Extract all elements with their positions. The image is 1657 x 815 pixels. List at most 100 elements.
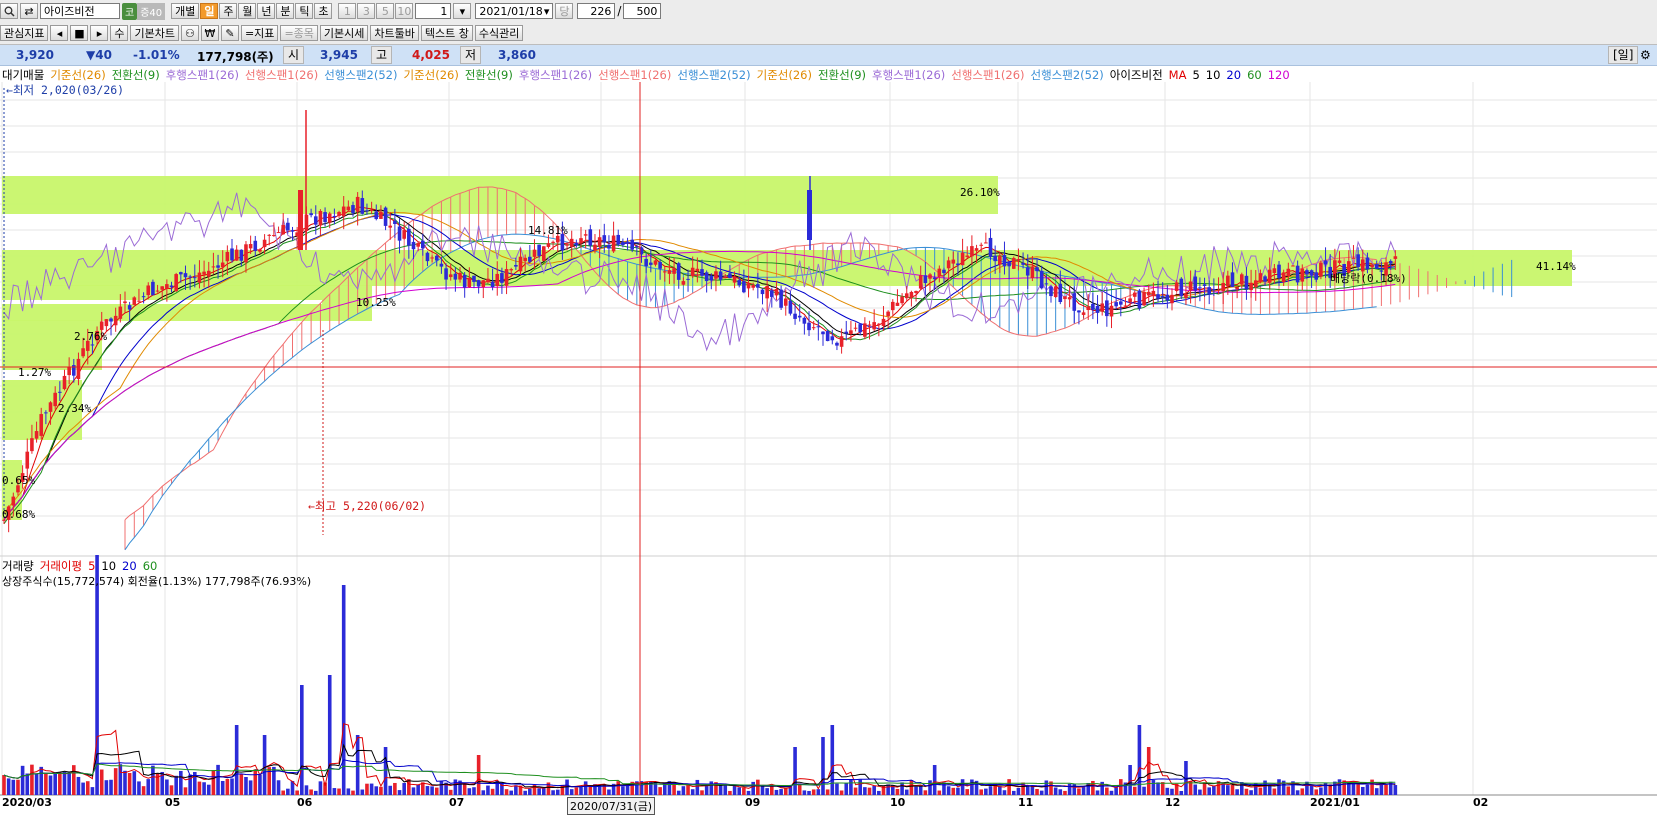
volume-bar (1035, 788, 1039, 795)
legend-item[interactable]: 선행스팬1(26) (598, 68, 671, 82)
volume-bar (20, 765, 25, 795)
candle-body (1007, 261, 1011, 267)
candle-body (630, 239, 634, 250)
candle-body (811, 327, 816, 329)
senkou-a-line (124, 186, 1377, 521)
volume-bar (765, 788, 769, 795)
legend-item[interactable]: 전환선(9) (818, 68, 866, 82)
legend-item[interactable]: 전환선(9) (112, 68, 160, 82)
volume-bar (39, 766, 44, 795)
volume-bar (1095, 790, 1100, 795)
volume-bar (1305, 781, 1309, 795)
legend-item[interactable]: 60 (1247, 68, 1262, 82)
volume-legend-item[interactable]: 20 (122, 559, 137, 573)
candle-body (1025, 267, 1030, 276)
candle-body (1300, 268, 1305, 282)
volume-bar (244, 777, 248, 795)
volume-bar (695, 779, 700, 795)
volume-bar (300, 685, 304, 795)
legend-item[interactable]: 아이즈비전 (1110, 68, 1163, 82)
legend-item[interactable]: MA (1169, 68, 1187, 82)
volume-legend-item[interactable]: 60 (143, 559, 158, 573)
volume-bar (123, 770, 127, 795)
candle-body (1156, 294, 1160, 299)
legend-item[interactable]: 선행스팬2(52) (324, 68, 397, 82)
candle-body (439, 263, 444, 267)
candle-body (974, 248, 979, 251)
zone-gap (2, 220, 242, 226)
legend-item[interactable]: 후행스팬1(26) (872, 68, 945, 82)
legend-item[interactable]: 기준선(26) (403, 68, 458, 82)
volume-bar (104, 780, 109, 795)
candle-body (467, 277, 472, 288)
legend-item[interactable]: 대기매물 (2, 68, 44, 82)
candle-body (421, 240, 425, 249)
volume-bar (756, 779, 760, 795)
volume-bar (1365, 784, 1370, 795)
candle-body (751, 284, 755, 288)
candle-body (165, 284, 169, 289)
volume-legend-item[interactable]: 10 (101, 559, 116, 573)
stock-chart[interactable] (0, 0, 1657, 814)
legend-item[interactable]: 5 (1192, 68, 1199, 82)
candle-body (486, 278, 490, 283)
volume-legend-item[interactable]: 거래량 (2, 559, 34, 573)
candle-body (1370, 264, 1374, 268)
legend-item[interactable]: 10 (1206, 68, 1221, 82)
legend-item[interactable]: 120 (1268, 68, 1290, 82)
volume-bar (1044, 780, 1049, 795)
legend-item[interactable]: 기준선(26) (757, 68, 812, 82)
candle-body (1146, 291, 1151, 296)
legend-item[interactable]: 전환선(9) (465, 68, 513, 82)
candle-body (183, 273, 188, 278)
legend-item[interactable]: 후행스팬1(26) (519, 68, 592, 82)
volume-bar (281, 790, 285, 795)
candle-body (802, 317, 807, 324)
candle-body (607, 244, 611, 249)
candle-body (500, 273, 504, 283)
volume-bar (132, 771, 137, 795)
candle-body (900, 296, 904, 304)
legend-item[interactable]: 후행스팬1(26) (166, 68, 239, 82)
volume-bar (807, 790, 811, 795)
volume-legend-item[interactable]: 5 (88, 559, 95, 573)
legend-item[interactable]: 20 (1226, 68, 1241, 82)
candle-body (118, 306, 123, 319)
legend-item[interactable]: 선행스팬1(26) (245, 68, 318, 82)
candle-body (1058, 283, 1063, 303)
volume-bar (309, 789, 313, 795)
volume-bar (900, 782, 904, 795)
volume-bar (313, 790, 318, 795)
volume-bar (616, 781, 621, 795)
zone-pct-6: 1.27% (18, 366, 52, 379)
low-annotation: ←최저 2,020(03/26) (6, 83, 125, 97)
candle-body (262, 239, 267, 248)
volume-bar (1193, 784, 1198, 795)
volume-bar (1337, 779, 1342, 795)
volume-bar (216, 764, 220, 795)
volume-bar (774, 789, 779, 795)
candle-body (346, 206, 351, 211)
volume-legend-item[interactable]: 거래이평 (40, 559, 82, 573)
volume-bar (393, 782, 397, 795)
legend-item[interactable]: 선행스팬1(26) (951, 68, 1024, 82)
candle-body (81, 348, 85, 357)
candle-body (1314, 272, 1319, 280)
volume-bar (849, 779, 853, 795)
candle-body (793, 313, 797, 319)
candle-body (825, 330, 830, 342)
candle-body (109, 318, 113, 322)
volume-bar (453, 779, 458, 795)
volume-bar (1356, 784, 1360, 795)
legend-item[interactable]: 선행스팬2(52) (1031, 68, 1104, 82)
volume-bar (1393, 785, 1398, 795)
candle-body (1086, 306, 1091, 310)
legend-item[interactable]: 선행스팬2(52) (677, 68, 750, 82)
volume-bars (2, 555, 1398, 795)
candle-body (234, 249, 239, 261)
legend-item[interactable]: 기준선(26) (50, 68, 105, 82)
x-tick-label: 10 (890, 796, 906, 809)
volume-bar (258, 774, 262, 795)
candle-body (1072, 293, 1077, 311)
candle-body (44, 412, 48, 414)
